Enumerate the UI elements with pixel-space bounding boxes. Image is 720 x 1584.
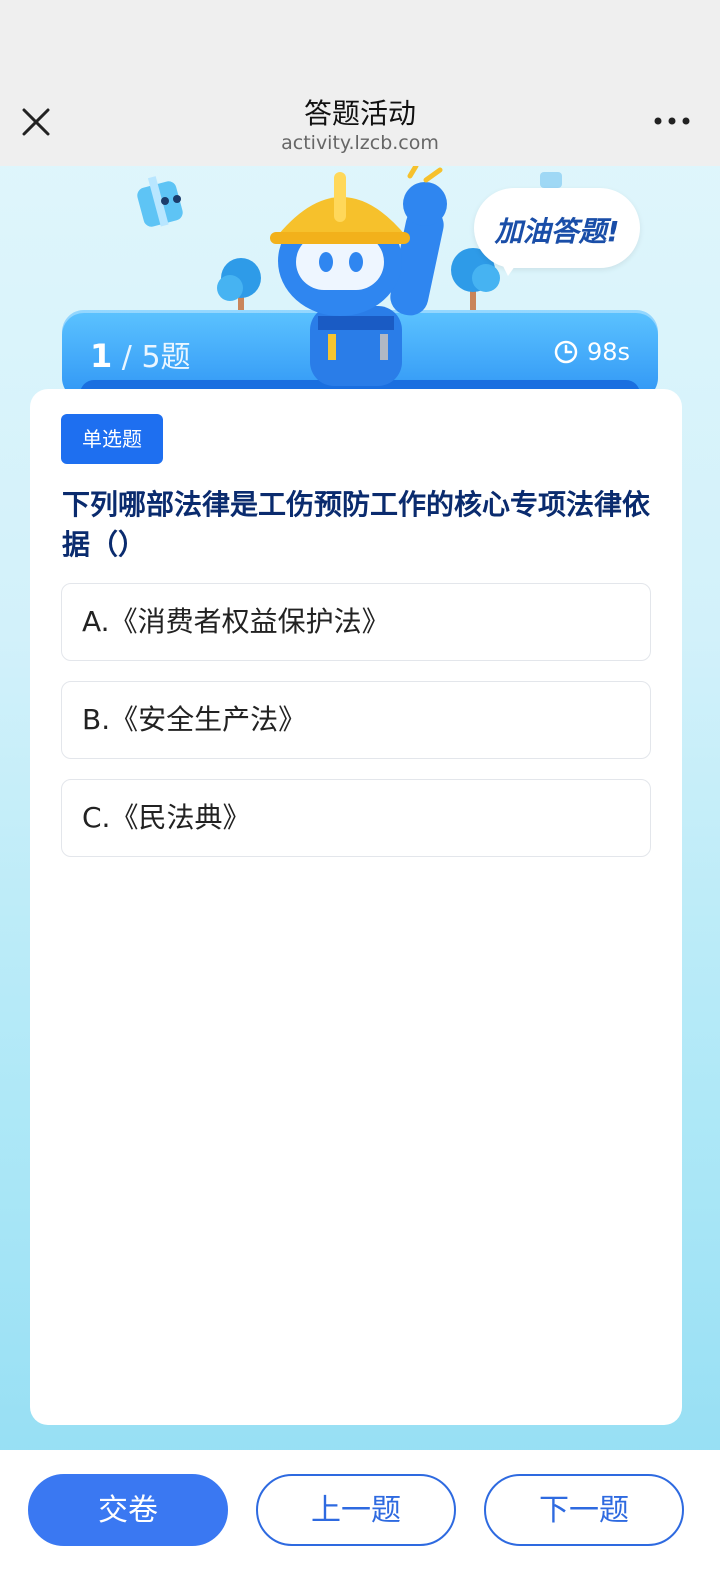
option-c[interactable]: C.《民法典》 bbox=[61, 779, 651, 857]
next-question-button[interactable]: 下一题 bbox=[484, 1474, 684, 1546]
clock-icon bbox=[554, 340, 578, 364]
option-b[interactable]: B.《安全生产法》 bbox=[61, 681, 651, 759]
submit-button[interactable]: 交卷 bbox=[28, 1474, 228, 1546]
timer: 98s bbox=[553, 338, 630, 366]
mascot-illustration bbox=[270, 166, 447, 386]
page-url: activity.lzcb.com bbox=[281, 132, 439, 154]
nav-bar: 答题活动 activity.lzcb.com bbox=[0, 84, 720, 166]
timer-value: 98s bbox=[586, 338, 630, 366]
prev-question-button[interactable]: 上一题 bbox=[256, 1474, 456, 1546]
more-icon[interactable] bbox=[652, 106, 692, 136]
option-a[interactable]: A.《消费者权益保护法》 bbox=[61, 583, 651, 661]
progress-total: 5题 bbox=[141, 340, 191, 375]
question-type-badge: 单选题 bbox=[61, 414, 163, 464]
question-progress: 1 / 5题 bbox=[90, 332, 191, 376]
progress-separator: / bbox=[112, 340, 142, 375]
status-bar bbox=[0, 0, 720, 84]
bottom-action-bar: 交卷 上一题 下一题 bbox=[0, 1450, 720, 1584]
question-text: 下列哪部法律是工伤预防工作的核心专项法律依据（） bbox=[62, 488, 651, 561]
question-card: 单选题 下列哪部法律是工伤预防工作的核心专项法律依据（） A.《消费者权益保护法… bbox=[30, 389, 682, 1425]
speech-bubble-tail bbox=[498, 256, 522, 276]
progress-current: 1 bbox=[90, 337, 113, 375]
page-title: 答题活动 bbox=[303, 97, 416, 130]
bubble-text: 加油答题! bbox=[494, 215, 620, 248]
hero-banner: 加油答题! 1 / 5题 98s bbox=[0, 166, 720, 396]
